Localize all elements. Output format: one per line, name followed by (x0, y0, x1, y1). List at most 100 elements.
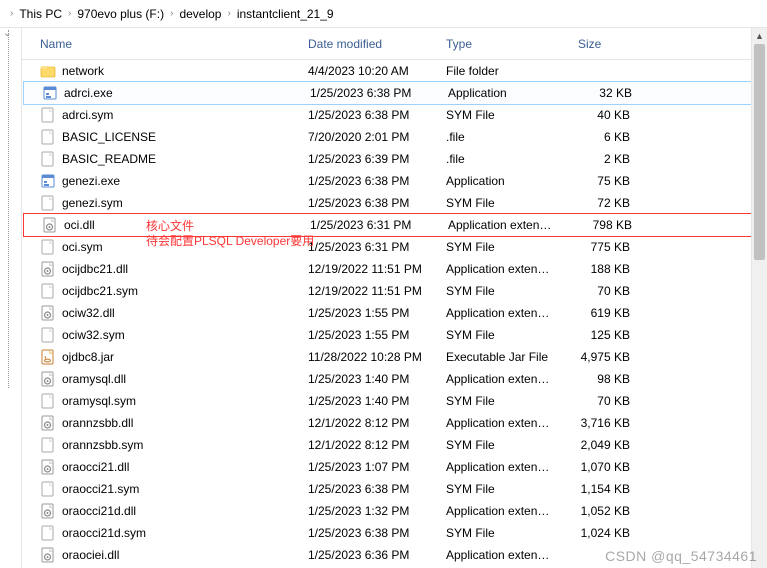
file-row[interactable]: ocijdbc21.dll12/19/2022 11:51 PMApplicat… (22, 258, 767, 280)
file-type: SYM File (438, 438, 570, 452)
file-type: SYM File (438, 328, 570, 342)
file-name: genezi.sym (62, 196, 123, 210)
file-name: orannzsbb.dll (62, 416, 133, 430)
column-size[interactable]: Size (570, 28, 638, 59)
file-type: .file (438, 130, 570, 144)
file-row[interactable]: oramysql.dll1/25/2023 1:40 PMApplication… (22, 368, 767, 390)
file-date: 1/25/2023 6:38 PM (300, 482, 438, 496)
file-row[interactable]: adrci.sym1/25/2023 6:38 PMSYM File40 KB (22, 104, 767, 126)
file-icon (40, 481, 56, 497)
file-row[interactable]: ocijdbc21.sym12/19/2022 11:51 PMSYM File… (22, 280, 767, 302)
file-type: Executable Jar File (438, 350, 570, 364)
exe-icon (42, 85, 58, 101)
file-name: ojdbc8.jar (62, 350, 114, 364)
file-size: 1,052 KB (570, 504, 638, 518)
file-date: 1/25/2023 6:31 PM (300, 240, 438, 254)
file-type: .file (438, 152, 570, 166)
file-type: SYM File (438, 240, 570, 254)
dll-icon (40, 459, 56, 475)
file-name: ociw32.dll (62, 306, 115, 320)
chevron-right-icon: › (227, 8, 230, 19)
file-name: oci.dll (64, 218, 95, 232)
scrollbar[interactable]: ▲ (751, 28, 767, 568)
file-date: 12/19/2022 11:51 PM (300, 284, 438, 298)
file-list[interactable]: network4/4/2023 10:20 AMFile folder adrci… (22, 60, 767, 566)
file-row[interactable]: genezi.exe1/25/2023 6:38 PMApplication75… (22, 170, 767, 192)
file-size: 3,716 KB (570, 416, 638, 430)
file-row[interactable]: oramysql.sym1/25/2023 1:40 PMSYM File70 … (22, 390, 767, 412)
file-size: 1,154 KB (570, 482, 638, 496)
file-icon (40, 195, 56, 211)
breadcrumb-item[interactable]: instantclient_21_9 (237, 7, 334, 21)
file-date: 1/25/2023 6:38 PM (300, 174, 438, 188)
file-date: 1/25/2023 6:38 PM (302, 86, 440, 100)
file-size: 775 KB (570, 240, 638, 254)
file-size: 72 KB (570, 196, 638, 210)
breadcrumb-item[interactable]: develop (179, 7, 221, 21)
breadcrumb-item[interactable]: 970evo plus (F:) (77, 7, 164, 21)
file-size: 2,049 KB (570, 438, 638, 452)
file-row[interactable]: network4/4/2023 10:20 AMFile folder (22, 60, 767, 82)
file-name: oraocci21.dll (62, 460, 129, 474)
file-row[interactable]: orannzsbb.sym12/1/2022 8:12 PMSYM File2,… (22, 434, 767, 456)
scrollbar-thumb[interactable] (754, 44, 765, 260)
file-type: Application (438, 174, 570, 188)
file-row[interactable]: BASIC_README1/25/2023 6:39 PM.file2 KB (22, 148, 767, 170)
breadcrumb[interactable]: › This PC › 970evo plus (F:) › develop ›… (0, 0, 767, 28)
file-size: 1,024 KB (570, 526, 638, 540)
column-name[interactable]: Name (22, 28, 300, 59)
file-date: 12/1/2022 8:12 PM (300, 416, 438, 430)
file-size: 70 KB (570, 284, 638, 298)
file-row[interactable]: genezi.sym1/25/2023 6:38 PMSYM File72 KB (22, 192, 767, 214)
file-date: 4/4/2023 10:20 AM (300, 64, 438, 78)
file-name: oramysql.sym (62, 394, 136, 408)
file-date: 1/25/2023 1:07 PM (300, 460, 438, 474)
column-date[interactable]: Date modified (300, 28, 438, 59)
file-size: 188 KB (570, 262, 638, 276)
file-type: SYM File (438, 482, 570, 496)
file-date: 1/25/2023 6:36 PM (300, 548, 438, 562)
column-type[interactable]: Type (438, 28, 570, 59)
file-row[interactable]: BASIC_LICENSE7/20/2020 2:01 PM.file6 KB (22, 126, 767, 148)
file-type: Application exten… (438, 504, 570, 518)
file-size: 619 KB (570, 306, 638, 320)
column-header: Name Date modified Type Size (22, 28, 767, 60)
file-row[interactable]: oraocci21d.dll1/25/2023 1:32 PMApplicati… (22, 500, 767, 522)
file-date: 1/25/2023 1:40 PM (300, 394, 438, 408)
folder-icon (40, 63, 56, 79)
file-row[interactable]: ociw32.dll 1/25/2023 1:55 PMApplication e… (22, 302, 767, 324)
file-row[interactable]: adrci.exe1/25/2023 6:38 PMApplication32 … (24, 82, 765, 104)
file-icon (40, 107, 56, 123)
file-size: 98 KB (570, 372, 638, 386)
file-name: oci.sym (62, 240, 103, 254)
breadcrumb-item[interactable]: This PC (19, 7, 62, 21)
file-size: 6 KB (570, 130, 638, 144)
file-row[interactable]: oraocci21.sym1/25/2023 6:38 PMSYM File1,… (22, 478, 767, 500)
file-icon (40, 393, 56, 409)
file-type: Application exten… (440, 218, 572, 232)
file-type: Application exten… (438, 372, 570, 386)
dll-icon (40, 547, 56, 563)
file-row[interactable]: oci.sym 1/25/2023 6:31 PMSYM File775 KB (22, 236, 767, 258)
file-date: 1/25/2023 1:55 PM (300, 306, 438, 320)
file-date: 1/25/2023 6:38 PM (300, 196, 438, 210)
file-icon (40, 437, 56, 453)
file-date: 12/19/2022 11:51 PM (300, 262, 438, 276)
jar-icon (40, 349, 56, 365)
file-name: adrci.exe (64, 86, 113, 100)
file-type: Application exten… (438, 306, 570, 320)
file-row[interactable]: ociw32.sym1/25/2023 1:55 PMSYM File125 K… (22, 324, 767, 346)
file-row[interactable]: oraocci21d.sym1/25/2023 6:38 PMSYM File1… (22, 522, 767, 544)
file-row[interactable]: oci.dll1/25/2023 6:31 PMApplication exte… (24, 214, 765, 236)
file-row[interactable]: ojdbc8.jar11/28/2022 10:28 PMExecutable … (22, 346, 767, 368)
chevron-right-icon: › (10, 8, 13, 19)
file-name: genezi.exe (62, 174, 120, 188)
file-name: ocijdbc21.dll (62, 262, 128, 276)
scroll-up-icon[interactable]: ▲ (752, 28, 767, 44)
file-row[interactable]: oraocci21.dll1/25/2023 1:07 PMApplicatio… (22, 456, 767, 478)
dll-icon (40, 305, 56, 321)
file-row[interactable]: orannzsbb.dll12/1/2022 8:12 PMApplicatio… (22, 412, 767, 434)
file-date: 1/25/2023 6:39 PM (300, 152, 438, 166)
tree-pane[interactable]: ⌄ (0, 28, 22, 568)
dll-icon (40, 261, 56, 277)
